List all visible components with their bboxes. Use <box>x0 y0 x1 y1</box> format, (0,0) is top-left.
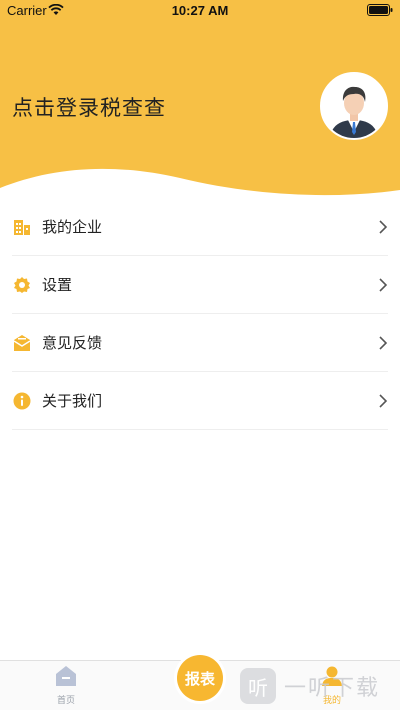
watermark-logo-glyph: 听 <box>248 675 268 700</box>
home-icon <box>56 666 76 686</box>
menu-item-label: 关于我们 <box>42 392 103 410</box>
menu-item-label: 我的企业 <box>42 218 103 236</box>
menu-item-label: 设置 <box>42 276 73 294</box>
menu-item-about-us[interactable]: 关于我们 <box>12 372 388 430</box>
watermark: 听 一听下载 <box>240 662 400 710</box>
tab-home-label: 首页 <box>56 696 75 706</box>
chevron-right-icon <box>379 220 388 234</box>
building-icon <box>12 217 32 237</box>
battery-icon <box>367 4 393 16</box>
login-prompt[interactable]: 点击登录税查查 <box>12 92 166 122</box>
chevron-right-icon <box>379 336 388 350</box>
menu-item-feedback[interactable]: 意见反馈 <box>12 314 388 372</box>
avatar[interactable] <box>320 72 388 140</box>
report-button[interactable]: 报表 <box>177 655 223 701</box>
info-icon <box>12 391 32 411</box>
menu-item-label: 意见反馈 <box>42 334 103 352</box>
clock-label: 10:27 AM <box>171 3 229 18</box>
gear-icon <box>12 275 32 295</box>
chevron-right-icon <box>379 394 388 408</box>
menu-item-settings[interactable]: 设置 <box>12 256 388 314</box>
chevron-right-icon <box>379 278 388 292</box>
settings-menu: 我的企业 设置 意见反馈 关于我们 <box>0 198 400 430</box>
profile-header: Carrier 10:27 AM 点击登录税查查 <box>0 0 400 200</box>
user-avatar-icon <box>322 74 386 138</box>
watermark-text: 一听下载 <box>284 676 381 701</box>
watermark-logo: 听 <box>240 668 276 704</box>
feedback-envelope-icon <box>12 333 32 353</box>
status-bar: Carrier 10:27 AM <box>0 0 400 22</box>
menu-item-my-company[interactable]: 我的企业 <box>12 198 388 256</box>
tab-home[interactable]: 首页 <box>36 665 96 706</box>
